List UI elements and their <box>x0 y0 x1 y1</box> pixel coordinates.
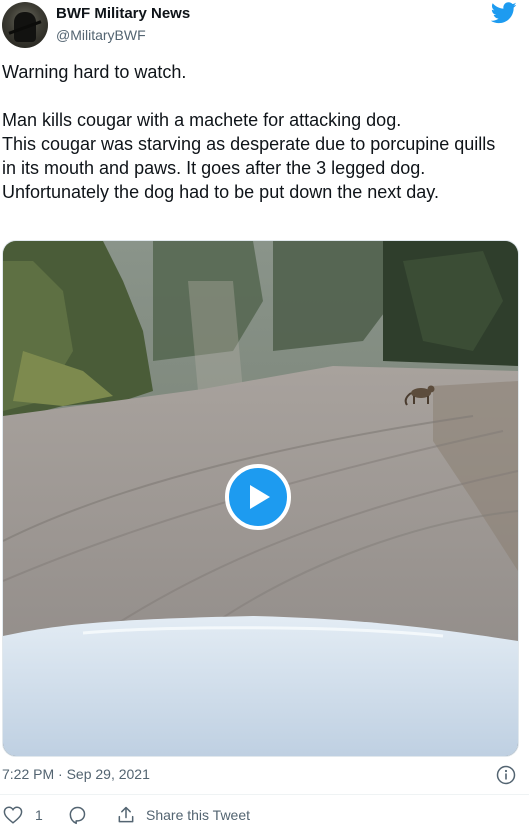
reply-icon <box>69 806 86 825</box>
tweet-header: BWF Military News @MilitaryBWF <box>0 0 529 56</box>
heart-icon <box>3 806 23 824</box>
play-icon <box>250 485 270 509</box>
author-name[interactable]: BWF Military News <box>56 5 190 22</box>
tweet-timestamp[interactable]: 7:22 PM · Sep 29, 2021 <box>2 766 150 782</box>
share-icon <box>118 806 134 823</box>
avatar[interactable] <box>2 2 48 48</box>
play-button[interactable] <box>225 464 291 530</box>
twitter-bird-icon[interactable] <box>491 2 517 24</box>
video-player[interactable] <box>2 240 519 757</box>
reply-button[interactable] <box>67 804 87 826</box>
like-button[interactable]: 1 <box>3 804 43 826</box>
tweet-text: Warning hard to watch. Man kills cougar … <box>2 62 496 202</box>
author-handle[interactable]: @MilitaryBWF <box>56 27 146 43</box>
tweet-actions: 1 Share this Tweet <box>0 804 529 826</box>
share-button[interactable]: Share this Tweet <box>116 804 250 826</box>
info-icon[interactable] <box>496 765 516 785</box>
like-count: 1 <box>35 807 43 823</box>
divider <box>0 794 529 795</box>
share-label: Share this Tweet <box>146 807 251 823</box>
